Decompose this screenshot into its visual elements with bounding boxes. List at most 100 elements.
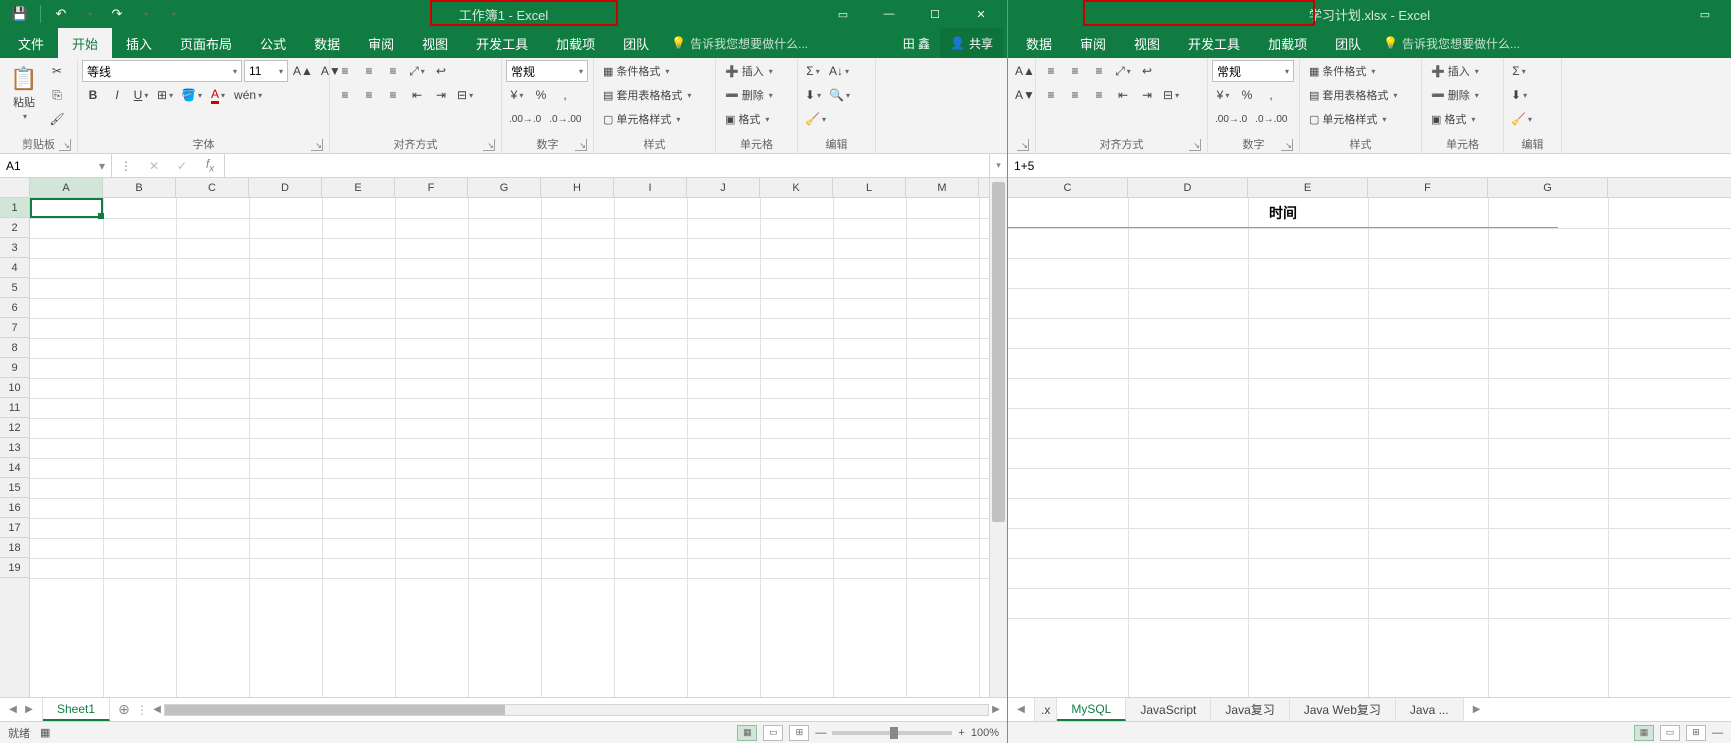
sheet-tab-sheet1[interactable]: Sheet1 bbox=[43, 698, 110, 721]
font-size-combo[interactable]: 11▾ bbox=[244, 60, 288, 82]
row-header[interactable]: 4 bbox=[0, 258, 29, 278]
insert-cells-button[interactable]: ➕插入▾ bbox=[720, 60, 778, 82]
page-layout-view-button[interactable]: ▭ bbox=[763, 725, 783, 741]
clear-button[interactable]: 🧹▾ bbox=[802, 108, 829, 130]
autosum-button[interactable]: Σ▾ bbox=[802, 60, 824, 82]
find-button[interactable]: 🔍▾ bbox=[826, 84, 853, 106]
sort-filter-button[interactable]: A↓▾ bbox=[826, 60, 852, 82]
dropdown-button[interactable]: ⋮ bbox=[112, 154, 140, 177]
tab-scroll-left[interactable]: ◀ bbox=[6, 704, 20, 715]
row-header[interactable]: 16 bbox=[0, 498, 29, 518]
align-center-button[interactable]: ≡ bbox=[1064, 84, 1086, 106]
increase-indent-button[interactable]: ⇥ bbox=[430, 84, 452, 106]
cell-styles-button[interactable]: ▢单元格样式▾ bbox=[598, 108, 685, 130]
row-header[interactable]: 1 bbox=[0, 198, 29, 218]
cell-styles-button[interactable]: ▢单元格样式▾ bbox=[1304, 108, 1391, 130]
tab-scroll-right[interactable]: ▶ bbox=[22, 704, 36, 715]
tab-review[interactable]: 审阅 bbox=[354, 28, 408, 58]
decrease-decimal-button[interactable]: .0→.00 bbox=[1252, 108, 1290, 130]
orientation-button[interactable]: ⤢▾ bbox=[406, 60, 428, 82]
row-header[interactable]: 18 bbox=[0, 538, 29, 558]
tab-addins[interactable]: 加载项 bbox=[542, 28, 609, 58]
save-button[interactable]: 💾 bbox=[8, 2, 32, 26]
decrease-font-button[interactable]: A▼ bbox=[1012, 84, 1038, 106]
align-right-button[interactable]: ≡ bbox=[382, 84, 404, 106]
tab-insert[interactable]: 插入 bbox=[112, 28, 166, 58]
active-cell[interactable] bbox=[30, 198, 103, 218]
zoom-level[interactable]: 100% bbox=[971, 727, 999, 739]
ribbon-options-button[interactable]: ▭ bbox=[1683, 0, 1727, 28]
row-header[interactable]: 17 bbox=[0, 518, 29, 538]
minimize-button[interactable]: — bbox=[867, 0, 911, 28]
number-format-combo[interactable]: 常规▾ bbox=[1212, 60, 1294, 82]
sheet-tab-java-web[interactable]: Java Web复习 bbox=[1290, 698, 1396, 721]
col-header[interactable]: K bbox=[760, 178, 833, 197]
formula-input[interactable] bbox=[225, 154, 989, 177]
row-header[interactable]: 11 bbox=[0, 398, 29, 418]
close-button[interactable]: ✕ bbox=[959, 0, 1003, 28]
name-box[interactable]: A1▾ bbox=[0, 154, 112, 177]
user-name[interactable]: 田 鑫 bbox=[895, 35, 938, 52]
tab-file[interactable]: 文件 bbox=[4, 28, 58, 58]
align-top-button[interactable]: ≡ bbox=[334, 60, 356, 82]
percent-button[interactable]: % bbox=[1236, 84, 1258, 106]
macro-icon[interactable]: ▦ bbox=[40, 726, 50, 739]
format-as-table-button[interactable]: ▤套用表格格式▾ bbox=[1304, 84, 1402, 106]
delete-cells-button[interactable]: ➖删除▾ bbox=[720, 84, 778, 106]
align-launcher[interactable]: ↘ bbox=[1189, 139, 1201, 151]
col-header[interactable]: J bbox=[687, 178, 760, 197]
page-break-view-button[interactable]: ⊞ bbox=[789, 725, 809, 741]
col-header[interactable]: E bbox=[322, 178, 395, 197]
cut-button[interactable]: ✂ bbox=[46, 60, 68, 82]
undo-button[interactable]: ↶ bbox=[49, 2, 73, 26]
insert-cells-button[interactable]: ➕插入▾ bbox=[1426, 60, 1484, 82]
font-color-button[interactable]: A▾ bbox=[207, 84, 229, 106]
orientation-button[interactable]: ⤢▾ bbox=[1112, 60, 1134, 82]
expand-formula-bar[interactable]: ▾ bbox=[989, 154, 1007, 177]
hscroll-left[interactable]: ◀ bbox=[150, 704, 164, 715]
normal-view-button[interactable]: ▦ bbox=[737, 725, 757, 741]
tab-addins[interactable]: 加载项 bbox=[1254, 28, 1321, 58]
italic-button[interactable]: I bbox=[106, 84, 128, 106]
row-header[interactable]: 5 bbox=[0, 278, 29, 298]
enter-button[interactable]: ✓ bbox=[168, 154, 196, 177]
format-cells-button[interactable]: ▣格式▾ bbox=[1426, 108, 1480, 130]
align-right-button[interactable]: ≡ bbox=[1088, 84, 1110, 106]
decrease-indent-button[interactable]: ⇤ bbox=[1112, 84, 1134, 106]
comma-button[interactable]: , bbox=[554, 84, 576, 106]
zoom-out-button[interactable]: — bbox=[1712, 727, 1723, 739]
font-launcher[interactable]: ↘ bbox=[1017, 139, 1029, 151]
align-left-button[interactable]: ≡ bbox=[334, 84, 356, 106]
align-middle-button[interactable]: ≡ bbox=[358, 60, 380, 82]
tab-team[interactable]: 团队 bbox=[609, 28, 663, 58]
align-launcher[interactable]: ↘ bbox=[483, 139, 495, 151]
row-header[interactable]: 9 bbox=[0, 358, 29, 378]
zoom-out-button[interactable]: — bbox=[815, 727, 826, 739]
tab-data[interactable]: 数据 bbox=[300, 28, 354, 58]
share-button[interactable]: 👤共享 bbox=[940, 28, 1003, 58]
tab-data[interactable]: 数据 bbox=[1012, 28, 1066, 58]
align-middle-button[interactable]: ≡ bbox=[1064, 60, 1086, 82]
col-header[interactable]: C bbox=[176, 178, 249, 197]
new-sheet-button[interactable]: ⊕ bbox=[110, 698, 138, 721]
wrap-text-button[interactable]: ↩ bbox=[430, 60, 452, 82]
tell-me-search[interactable]: 💡告诉我您想要做什么... bbox=[1375, 28, 1520, 58]
page-layout-view-button[interactable]: ▭ bbox=[1660, 725, 1680, 741]
underline-button[interactable]: U▾ bbox=[130, 84, 152, 106]
phonetic-button[interactable]: wén▾ bbox=[231, 84, 265, 106]
tab-splitter[interactable]: ⋮ bbox=[138, 698, 146, 721]
number-launcher[interactable]: ↘ bbox=[575, 139, 587, 151]
row-header[interactable]: 3 bbox=[0, 238, 29, 258]
sheet-tab-java-review[interactable]: Java复习 bbox=[1211, 698, 1289, 721]
tab-developer[interactable]: 开发工具 bbox=[462, 28, 542, 58]
decrease-decimal-button[interactable]: .0→.00 bbox=[546, 108, 584, 130]
font-name-combo[interactable]: 等线▾ bbox=[82, 60, 242, 82]
select-all-corner[interactable] bbox=[0, 178, 29, 198]
col-header[interactable]: H bbox=[541, 178, 614, 197]
tell-me-search[interactable]: 💡告诉我您想要做什么... bbox=[663, 28, 808, 58]
autosum-button[interactable]: Σ▾ bbox=[1508, 60, 1530, 82]
paste-button[interactable]: 📋粘贴▾ bbox=[4, 60, 44, 126]
increase-decimal-button[interactable]: .00→.0 bbox=[506, 108, 544, 130]
tab-view[interactable]: 视图 bbox=[1120, 28, 1174, 58]
col-header[interactable]: E bbox=[1248, 178, 1368, 197]
